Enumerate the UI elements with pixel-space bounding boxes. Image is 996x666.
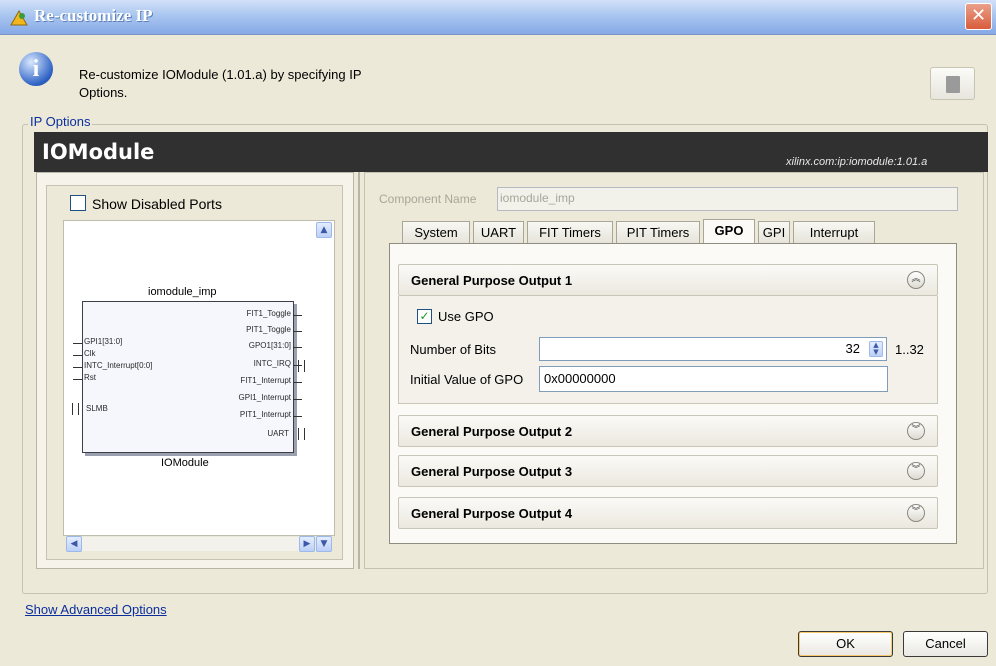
port-rst: Rst [73,373,96,382]
document-icon [946,76,960,93]
tab-interrupt[interactable]: Interrupt [793,221,875,243]
section-gpo3-header[interactable]: General Purpose Output 3 ︾ [398,455,938,487]
bus-connector-slmb [72,403,79,415]
section-gpo1-header[interactable]: General Purpose Output 1 ︽ [398,264,938,296]
scroll-left-button[interactable]: ◀ [66,536,82,552]
component-name-field[interactable]: iomodule_imp [497,187,958,211]
initial-value-label: Initial Value of GPO [410,372,524,387]
documentation-button[interactable] [930,67,975,100]
number-of-bits-input[interactable]: 32 [539,337,887,361]
port-fit1-interrupt: FIT1_Interrupt [240,376,302,385]
port-intc-irq: INTC_IRQ [253,359,303,368]
port-fit1-toggle: FIT1_Toggle [246,309,303,318]
expand-icon[interactable]: ︾ [907,504,925,522]
port-gpi1: GPI1[31:0] [72,337,123,346]
tab-uart[interactable]: UART [473,221,524,243]
module-title: IOModule [42,140,155,164]
port-gpi1-interrupt: GPI1_Interrupt [238,393,303,402]
number-of-bits-range: 1..32 [895,342,924,357]
module-vlnv: xilinx.com:ip:iomodule:1.01.a [786,156,928,168]
horizontal-scrollbar-track[interactable] [82,537,299,551]
tab-pit-timers[interactable]: PIT Timers [616,221,700,243]
initial-value-input[interactable]: 0x00000000 [539,366,888,392]
ip-options-legend: IP Options [28,114,93,129]
show-disabled-ports-checkbox[interactable] [70,195,86,211]
section-gpo3-title: General Purpose Output 3 [411,464,573,479]
section-gpo2-title: General Purpose Output 2 [411,424,573,439]
symbol-caption: IOModule [161,457,209,469]
close-button[interactable]: ✕ [965,3,992,30]
tab-system[interactable]: System [402,221,470,243]
scroll-down-button[interactable]: ▼ [316,536,332,552]
show-advanced-options-link[interactable]: Show Advanced Options [25,602,167,617]
panel-splitter[interactable] [358,172,360,569]
window-title: Re-customize IP [34,6,153,25]
cancel-button[interactable]: Cancel [903,631,988,657]
app-icon [10,10,28,26]
expand-icon[interactable]: ︾ [907,422,925,440]
header-description: Re-customize IOModule (1.01.a) by specif… [79,67,362,100]
port-pit1-interrupt: PIT1_Interrupt [239,410,303,419]
section-gpo1-title: General Purpose Output 1 [411,273,573,288]
ok-button[interactable]: OK [798,631,893,657]
bus-connector-uart [298,428,305,440]
expand-icon[interactable]: ︾ [907,462,925,480]
collapse-icon[interactable]: ︽ [907,271,925,289]
show-disabled-ports-label: Show Disabled Ports [92,196,222,212]
scroll-up-button[interactable]: ▲ [316,222,332,238]
port-gpo1: GPO1[31:0] [248,341,303,350]
section-gpo4-title: General Purpose Output 4 [411,506,573,521]
scroll-right-button[interactable]: ▶ [299,536,315,552]
port-clk: Clk [73,349,96,358]
tab-gpo[interactable]: GPO [703,219,755,244]
section-gpo4-header[interactable]: General Purpose Output 4 ︾ [398,497,938,529]
use-gpo-checkbox[interactable]: ✓ [417,309,432,324]
info-icon: i [19,52,53,86]
section-gpo2-header[interactable]: General Purpose Output 2 ︾ [398,415,938,447]
port-pit1-toggle: PIT1_Toggle [246,325,302,334]
tab-fit-timers[interactable]: FIT Timers [527,221,613,243]
port-intc-interrupt: INTC_Interrupt[0:0] [72,361,153,370]
component-name-label: Component Name [379,192,477,206]
bus-connector-intc-irq [298,360,305,372]
use-gpo-label: Use GPO [438,309,494,324]
symbol-instance-name: iomodule_imp [148,286,217,298]
tab-gpi[interactable]: GPI [758,221,790,243]
port-slmb: SLMB [86,404,108,413]
port-uart: UART [267,429,289,438]
number-of-bits-spinner[interactable]: ▲ ▼ [869,341,883,357]
number-of-bits-label: Number of Bits [410,342,496,357]
